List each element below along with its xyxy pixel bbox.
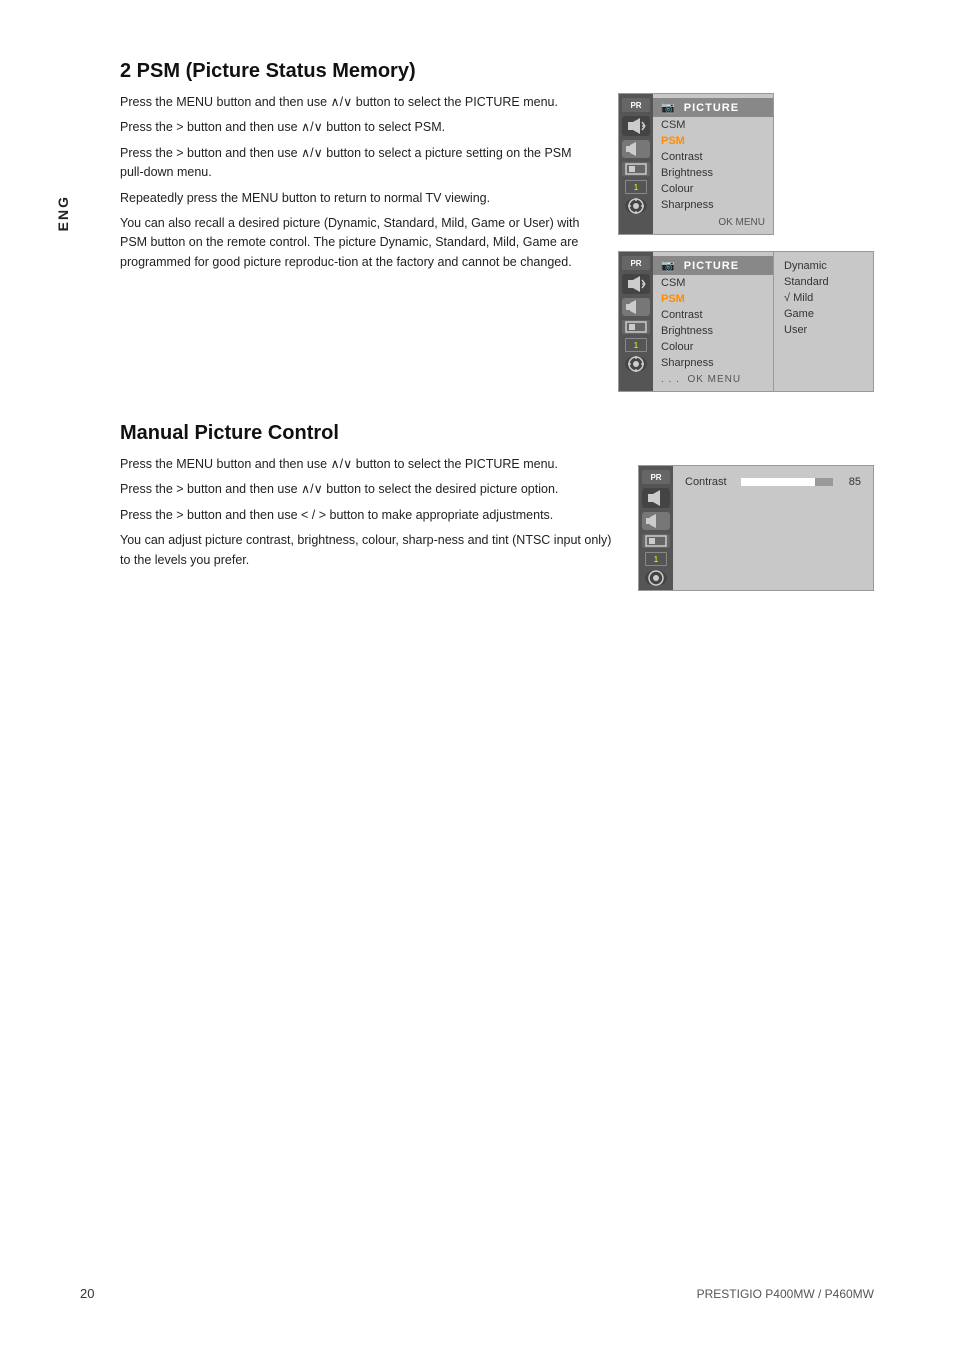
section2-para4: You can adjust picture contrast, brightn…: [120, 531, 618, 570]
menu-item-psm-2[interactable]: PSM: [653, 291, 773, 307]
submenu-panel: Dynamic Standard Mild Game User: [773, 252, 873, 391]
num-button-3[interactable]: 1: [645, 552, 667, 566]
tv-sidebar-1: PR: [619, 94, 653, 234]
submenu-user[interactable]: User: [784, 322, 863, 338]
vol-button-2[interactable]: [622, 274, 650, 294]
mockup1-wrapper: PR: [618, 93, 774, 235]
submenu-standard[interactable]: Standard: [784, 274, 863, 290]
gear-button-2[interactable]: [625, 356, 647, 372]
menu-item-psm-1[interactable]: PSM: [653, 133, 773, 149]
contrast-mockup-wrapper: PR: [638, 455, 874, 591]
menu-ok-1: OK MENU: [653, 213, 773, 230]
section2-para3: Press the > button and then use < / > bu…: [120, 506, 618, 525]
pr-button-2[interactable]: PR: [622, 256, 650, 270]
num-button-2[interactable]: 1: [625, 338, 647, 352]
gear-button-1[interactable]: [625, 198, 647, 214]
page-footer: 20 PRESTIGIO P400MW / P460MW: [80, 1286, 874, 1301]
box-button-1[interactable]: [622, 162, 650, 176]
section1-mockups: PR: [618, 93, 874, 392]
menu-item-sharpness-1[interactable]: Sharpness: [653, 197, 773, 213]
section1-para1: Press the MENU button and then use ∧/∨ b…: [120, 93, 598, 112]
page: ENG 2 PSM (Picture Status Memory) Press …: [0, 0, 954, 1351]
dots-ok-2: . . . OK MENU: [653, 371, 773, 387]
section2-title: Manual Picture Control: [120, 422, 874, 445]
picture-icon-1: 📷: [661, 102, 676, 114]
section2-body: Press the MENU button and then use ∧/∨ b…: [120, 455, 874, 591]
pr-button-1[interactable]: PR: [622, 98, 650, 112]
contrast-mockup: PR: [638, 465, 874, 591]
mockup2: PR: [618, 251, 874, 392]
box-button-3[interactable]: [642, 534, 670, 548]
speaker-button-1[interactable]: [622, 140, 650, 158]
contrast-value: 85: [841, 476, 861, 488]
contrast-panel: Contrast 85: [673, 466, 873, 590]
submenu-dynamic[interactable]: Dynamic: [784, 258, 863, 274]
section2-mockups: PR: [638, 455, 874, 591]
speaker-button-2[interactable]: [622, 298, 650, 316]
contrast-bar-row: Contrast 85: [685, 476, 861, 488]
menu-panel-1: 📷 PICTURE CSM PSM Contrast Brightness Co…: [653, 94, 773, 234]
menu-title-2: 📷 PICTURE: [653, 256, 773, 275]
speaker-button-3[interactable]: [642, 512, 670, 530]
menu-item-csm-2[interactable]: CSM: [653, 275, 773, 291]
eng-label: ENG: [55, 195, 71, 231]
content-area: 2 PSM (Picture Status Memory) Press the …: [80, 60, 874, 591]
page-number: 20: [80, 1286, 94, 1301]
section1-para5: You can also recall a desired picture (D…: [120, 214, 598, 272]
section1-para3: Press the > button and then use ∧/∨ butt…: [120, 144, 598, 183]
menu-item-colour-1[interactable]: Colour: [653, 181, 773, 197]
section2-para2: Press the > button and then use ∧/∨ butt…: [120, 480, 618, 499]
box-button-2[interactable]: [622, 320, 650, 334]
tv-sidebar-3: PR: [639, 466, 673, 590]
section1-para2: Press the > button and then use ∧/∨ butt…: [120, 118, 598, 137]
submenu-game[interactable]: Game: [784, 306, 863, 322]
section1-body: Press the MENU button and then use ∧/∨ b…: [120, 93, 874, 392]
menu-title-1: 📷 PICTURE: [653, 98, 773, 117]
mockup2-wrapper: PR: [618, 251, 874, 392]
gear-button-3[interactable]: [645, 570, 667, 586]
section2-para1: Press the MENU button and then use ∧/∨ b…: [120, 455, 618, 474]
submenu-mild[interactable]: Mild: [784, 290, 863, 306]
section1-title: 2 PSM (Picture Status Memory): [120, 60, 874, 83]
section1-para4: Repeatedly press the MENU button to retu…: [120, 189, 598, 208]
menu-item-csm-1[interactable]: CSM: [653, 117, 773, 133]
menu-item-brightness-1[interactable]: Brightness: [653, 165, 773, 181]
product-name: PRESTIGIO P400MW / P460MW: [697, 1287, 874, 1301]
picture-icon-2: 📷: [661, 260, 676, 272]
contrast-bar-fill: [741, 478, 815, 486]
menu-item-contrast-1[interactable]: Contrast: [653, 149, 773, 165]
pr-button-3[interactable]: PR: [642, 470, 670, 484]
contrast-bar-track: [741, 478, 833, 486]
contrast-label: Contrast: [685, 476, 733, 488]
section2-text: Press the MENU button and then use ∧/∨ b…: [120, 455, 618, 591]
menu-item-sharpness-2[interactable]: Sharpness: [653, 355, 773, 371]
menu-item-colour-2[interactable]: Colour: [653, 339, 773, 355]
vol-button-3[interactable]: [642, 488, 670, 508]
menu-item-contrast-2[interactable]: Contrast: [653, 307, 773, 323]
menu-item-brightness-2[interactable]: Brightness: [653, 323, 773, 339]
mockup1: PR: [618, 93, 774, 235]
menu-panel-2: 📷 PICTURE CSM PSM Contrast Brightness Co…: [653, 252, 773, 391]
section1-text: Press the MENU button and then use ∧/∨ b…: [120, 93, 598, 392]
tv-sidebar-2: PR: [619, 252, 653, 391]
vol-button-1[interactable]: [622, 116, 650, 136]
num-button-1[interactable]: 1: [625, 180, 647, 194]
